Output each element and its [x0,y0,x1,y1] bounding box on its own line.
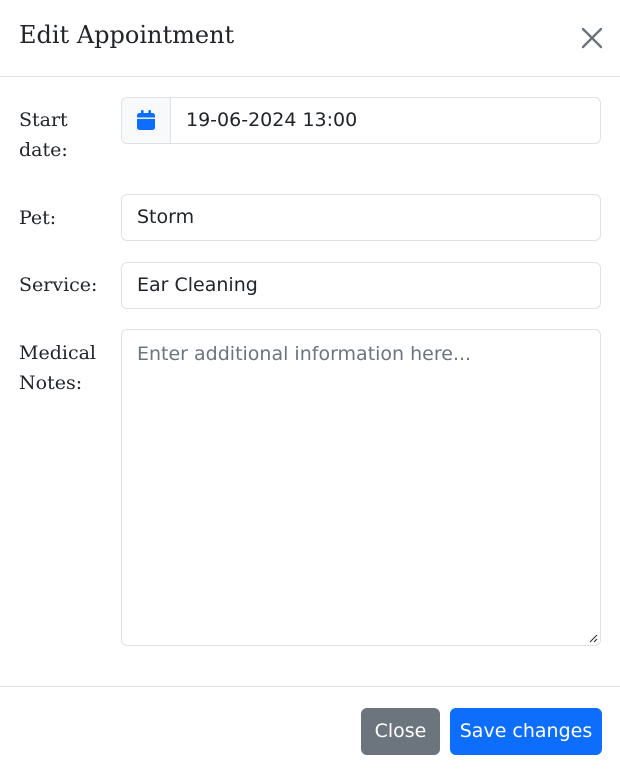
edit-appointment-modal: Edit Appointment Start date: 19-06-2024 … [0,0,620,772]
start-date-input[interactable]: 19-06-2024 13:00 [186,109,357,131]
medical-notes-label-line2: Notes: [19,372,83,394]
modal-title: Edit Appointment [19,21,235,49]
resize-handle-icon[interactable] [588,633,598,643]
service-label: Service: [19,274,98,296]
medical-notes-textarea[interactable]: Enter additional information here... [121,329,601,646]
medical-notes-placeholder: Enter additional information here... [137,343,472,365]
close-button[interactable]: Close [361,708,440,755]
start-date-label-line2: date: [19,139,68,161]
service-input[interactable]: Ear Cleaning [121,262,601,309]
modal-header: Edit Appointment [0,0,620,77]
start-date-label-line1: Start [19,109,68,131]
pet-input-value: Storm [137,206,195,228]
start-date-label: Start date: [19,105,114,165]
calendar-icon [137,110,155,130]
pet-label: Pet: [19,207,57,229]
close-icon[interactable] [578,24,606,52]
service-input-value: Ear Cleaning [137,274,258,296]
medical-notes-label-line1: Medical [19,342,96,364]
pet-input[interactable]: Storm [121,194,601,241]
modal-footer: Close Save changes [0,686,620,772]
medical-notes-label: Medical Notes: [19,338,114,398]
calendar-button[interactable] [122,98,171,143]
save-changes-button[interactable]: Save changes [450,708,602,755]
start-date-input-group: 19-06-2024 13:00 [121,97,601,144]
